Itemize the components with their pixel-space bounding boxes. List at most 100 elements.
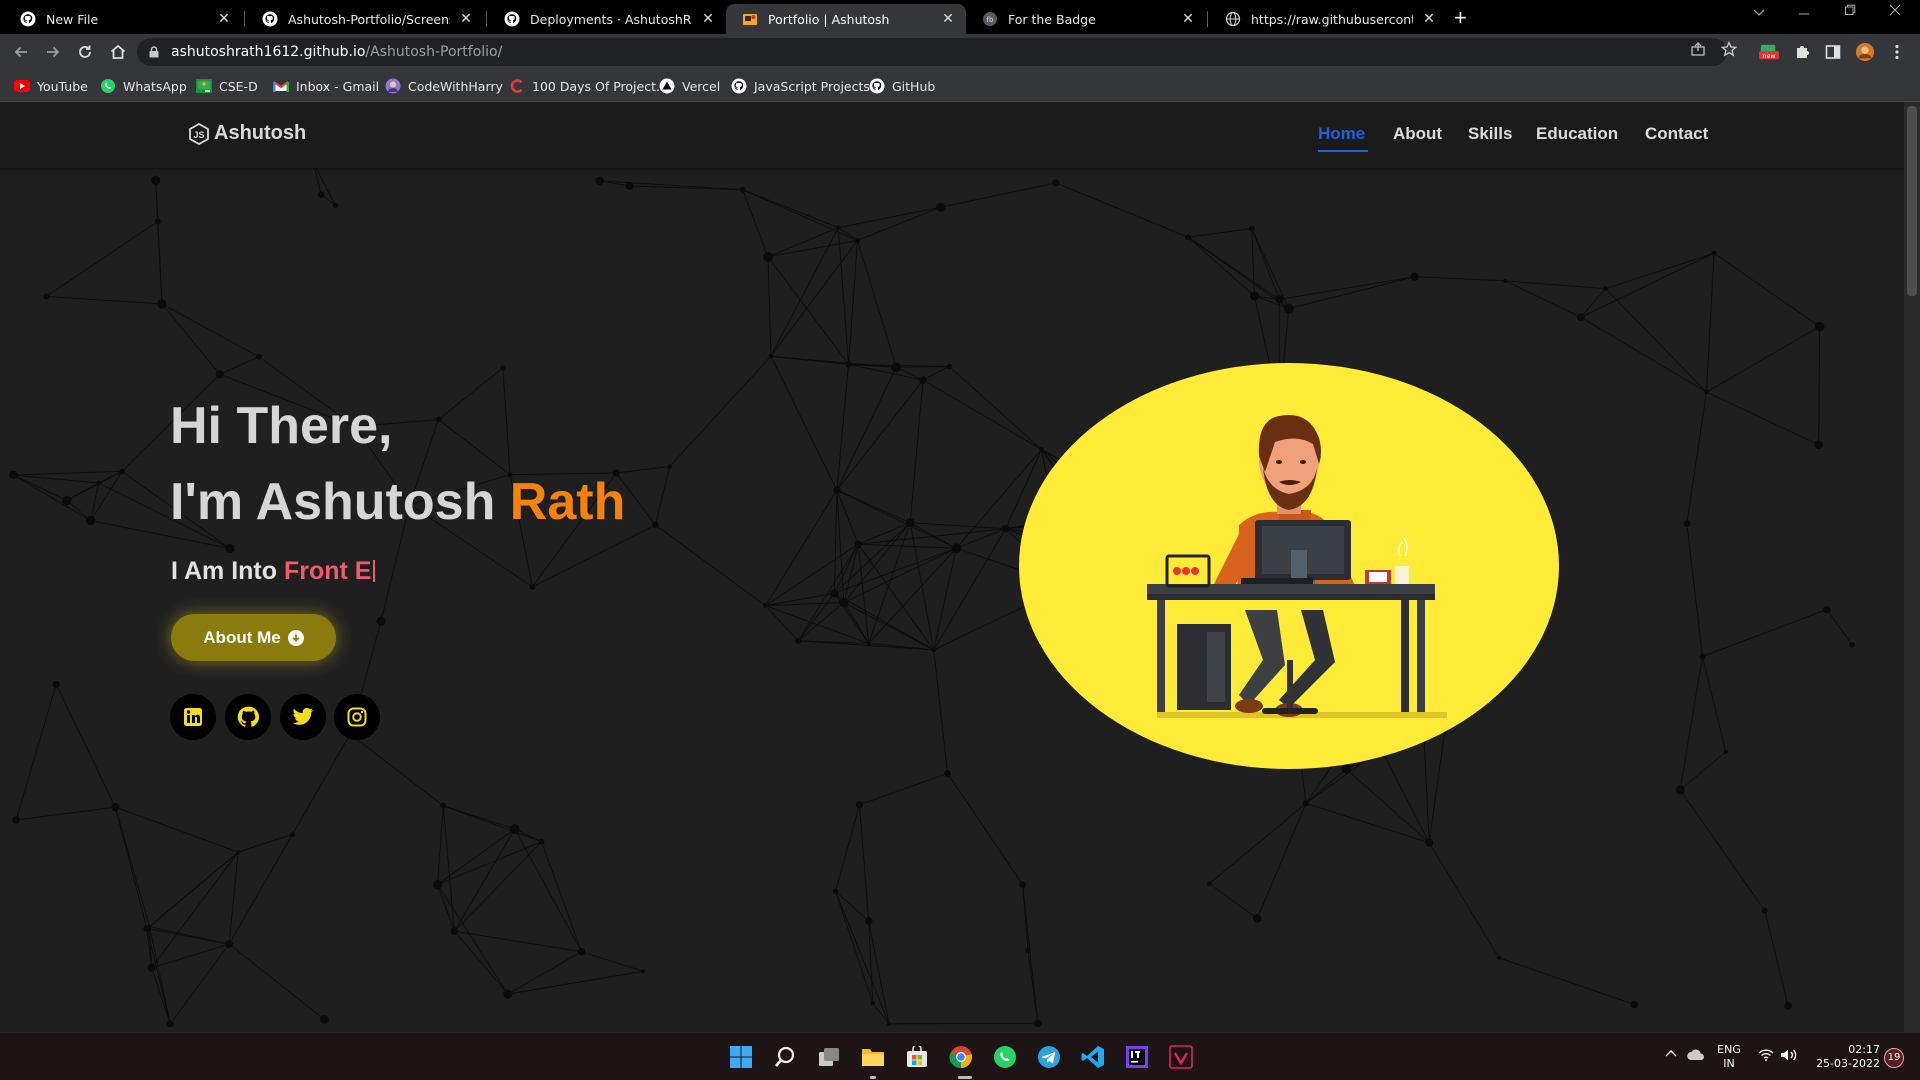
site-brand[interactable]: JS Ashutosh xyxy=(188,122,306,145)
profile-avatar[interactable] xyxy=(1855,42,1875,62)
hero-name: I'm Ashutosh Rath xyxy=(170,476,625,528)
show-hidden-icons-chevron[interactable] xyxy=(1664,1048,1678,1062)
nav-education[interactable]: Education xyxy=(1536,124,1618,144)
tab-separator xyxy=(1207,11,1208,27)
reload-icon[interactable] xyxy=(75,42,95,62)
typing-cursor xyxy=(373,560,376,582)
bookmark-100-days-of-projects[interactable]: 100 Days Of Project... xyxy=(509,76,668,96)
tab-close-button[interactable]: ✕ xyxy=(940,11,956,27)
tab-raw-githubusercontent[interactable]: https://raw.githubusercontent.co ✕ xyxy=(1209,4,1447,34)
instagram-link[interactable] xyxy=(334,694,380,740)
codewithharry-icon xyxy=(385,78,401,94)
about-me-label: About Me xyxy=(203,627,281,647)
arrow-down-circle-icon xyxy=(287,629,304,646)
file-explorer-icon[interactable] xyxy=(859,1043,887,1071)
menu-kebab-icon[interactable] xyxy=(1887,42,1907,62)
hero-greeting: Hi There, xyxy=(170,397,393,455)
bookmark-vercel[interactable]: Vercel xyxy=(659,76,720,96)
github-icon xyxy=(262,11,278,27)
home-icon[interactable] xyxy=(108,42,128,62)
back-icon[interactable] xyxy=(11,42,31,62)
linkedin-link[interactable] xyxy=(170,694,216,740)
brand-name: Ashutosh xyxy=(214,122,307,144)
nav-about[interactable]: About xyxy=(1393,124,1442,144)
telegram-icon[interactable] xyxy=(1035,1043,1063,1071)
vivaldi-icon[interactable] xyxy=(1167,1043,1195,1071)
tab-close-button[interactable]: ✕ xyxy=(1421,11,1437,27)
linkedin-icon xyxy=(184,708,202,726)
intellij-icon[interactable] xyxy=(1123,1043,1151,1071)
bookmark-label: 100 Days Of Project... xyxy=(532,78,668,94)
bookmark-star-icon[interactable] xyxy=(1720,40,1738,58)
windows-start-icon[interactable] xyxy=(727,1043,755,1071)
tab-title: Ashutosh-Portfolio/Screenshot (5 xyxy=(288,11,450,27)
about-me-button[interactable]: About Me xyxy=(171,614,336,661)
search-icon[interactable] xyxy=(771,1043,799,1071)
restore-icon[interactable] xyxy=(1844,4,1856,20)
tab-portfolio[interactable]: Portfolio | Ashutosh ✕ xyxy=(726,4,966,34)
hero-role: I Am Into Front E xyxy=(171,557,376,586)
language-indicator[interactable]: ENG IN xyxy=(1716,1043,1742,1071)
url-path: /Ashutosh-Portfolio/ xyxy=(365,44,503,60)
extension-new-icon[interactable]: new xyxy=(1759,42,1779,62)
bookmark-gmail[interactable]: Inbox - Gmail xyxy=(273,76,379,96)
chrome-icon[interactable] xyxy=(947,1043,975,1071)
wifi-icon[interactable] xyxy=(1758,1049,1774,1065)
hero-name-prefix: I'm Ashutosh xyxy=(170,473,510,531)
nav-contact[interactable]: Contact xyxy=(1645,124,1708,144)
vscode-icon[interactable] xyxy=(1079,1043,1107,1071)
page-scrollbar[interactable] xyxy=(1904,102,1920,1032)
bookmark-label: JavaScript Projects xyxy=(754,78,870,94)
nav-home[interactable]: Home xyxy=(1318,124,1365,144)
svg-text:fb: fb xyxy=(987,16,994,24)
url-host: ashutoshrath1612.github.io xyxy=(171,44,366,60)
twitter-link[interactable] xyxy=(280,694,326,740)
new-tab-button[interactable]: + xyxy=(1454,5,1467,31)
tab-new-file[interactable]: New File ✕ xyxy=(4,4,242,34)
tab-close-button[interactable]: ✕ xyxy=(458,11,474,27)
share-icon[interactable] xyxy=(1689,40,1707,58)
tab-search-icon[interactable] xyxy=(1752,6,1766,22)
minimize-icon[interactable] xyxy=(1798,4,1810,20)
bookmark-codewithharry[interactable]: CodeWithHarry xyxy=(385,76,503,96)
scrollbar-thumb[interactable] xyxy=(1907,106,1917,296)
forward-icon[interactable] xyxy=(43,42,63,62)
notification-badge[interactable]: 19 xyxy=(1884,1048,1904,1068)
address-bar[interactable]: ashutoshrath1612.github.io/Ashutosh-Port… xyxy=(137,38,1727,66)
side-panel-icon[interactable] xyxy=(1823,42,1843,62)
bookmark-cse-d[interactable]: CSE-D xyxy=(196,76,258,96)
bookmark-label: CSE-D xyxy=(219,78,258,94)
bookmark-github[interactable]: GitHub xyxy=(869,76,935,96)
tab-title: For the Badge xyxy=(1008,11,1096,27)
tab-screenshot[interactable]: Ashutosh-Portfolio/Screenshot (5 ✕ xyxy=(246,4,484,34)
tab-title: https://raw.githubusercontent.co xyxy=(1251,11,1413,27)
clock[interactable]: 02:17 25-03-2022 xyxy=(1812,1043,1880,1071)
bookmark-javascript-projects[interactable]: JavaScript Projects xyxy=(731,76,870,96)
close-window-icon[interactable] xyxy=(1889,4,1901,20)
bookmark-youtube[interactable]: YouTube xyxy=(14,76,88,96)
tab-close-button[interactable]: ✕ xyxy=(1180,11,1196,27)
bookmark-whatsapp[interactable]: WhatsApp xyxy=(100,76,187,96)
youtube-icon xyxy=(14,78,30,94)
task-view-icon[interactable] xyxy=(815,1043,843,1071)
tab-for-the-badge[interactable]: fb For the Badge ✕ xyxy=(966,4,1206,34)
tab-close-button[interactable]: ✕ xyxy=(216,11,232,27)
microsoft-store-icon[interactable] xyxy=(903,1043,931,1071)
onedrive-icon[interactable] xyxy=(1686,1048,1706,1066)
svg-text:JS: JS xyxy=(193,130,204,140)
bookmark-label: GitHub xyxy=(892,78,936,94)
volume-icon[interactable] xyxy=(1780,1048,1798,1066)
site-navbar: JS Ashutosh Home About Skills Education … xyxy=(0,102,1904,168)
github-link[interactable] xyxy=(225,694,271,740)
extensions-puzzle-icon[interactable] xyxy=(1792,42,1812,62)
brand-logo-icon: JS xyxy=(189,122,209,145)
portfolio-favicon xyxy=(742,11,758,27)
whatsapp-icon[interactable] xyxy=(991,1043,1019,1071)
c-logo-icon xyxy=(509,78,525,94)
bookmarks-bar: YouTube WhatsApp CSE-D Inbox - Gmail Cod… xyxy=(0,70,1920,102)
tab-close-button[interactable]: ✕ xyxy=(700,11,716,27)
tab-deployments[interactable]: Deployments · AshutoshRath161 ✕ xyxy=(488,4,726,34)
nav-skills[interactable]: Skills xyxy=(1468,124,1512,144)
extension-badge: new xyxy=(1762,53,1775,60)
active-app-indicator xyxy=(958,1076,972,1079)
